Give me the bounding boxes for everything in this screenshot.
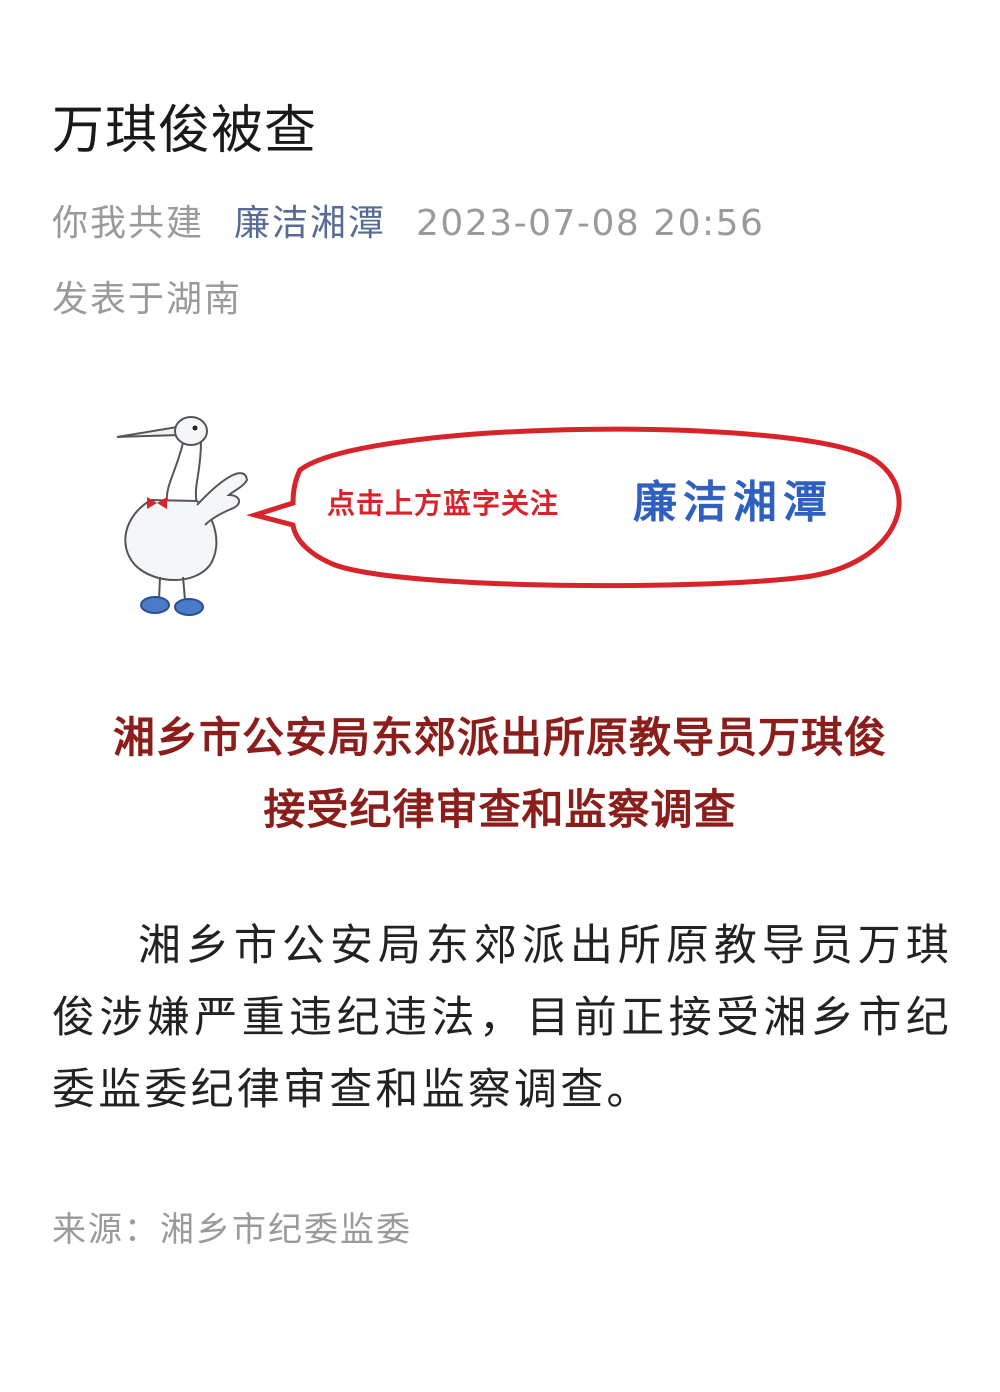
account-name-link[interactable]: 廉洁湘潭 <box>234 200 386 248</box>
follow-prompt-text: 点击上方蓝字关注 <box>327 487 559 520</box>
crane-mascot-icon <box>116 416 249 616</box>
article-source: 来源：湘乡市纪委监委 <box>52 1210 412 1250</box>
article-meta: 你我共建 廉洁湘潭 2023-07-08 20:56 <box>52 200 764 248</box>
article-body-paragraph: 湘乡市公安局东郊派出所原教导员万琪俊涉嫌严重违纪违法，目前正接受湘乡市纪委监委纪… <box>52 921 952 1115</box>
author-name: 你我共建 <box>52 203 205 244</box>
banner-account-name[interactable]: 廉洁湘潭 <box>633 477 833 528</box>
article-title: 万琪俊被查 <box>52 101 318 161</box>
publish-location: 发表于湖南 <box>52 279 243 320</box>
headline-line-2: 接受纪律审查和监察调查 <box>263 785 737 834</box>
headline-line-1: 湘乡市公安局东郊派出所原教导员万琪俊 <box>112 713 887 762</box>
publish-datetime: 2023-07-08 20:56 <box>416 203 765 244</box>
follow-banner[interactable]: 点击上方蓝字关注 廉洁湘潭 <box>105 405 905 635</box>
